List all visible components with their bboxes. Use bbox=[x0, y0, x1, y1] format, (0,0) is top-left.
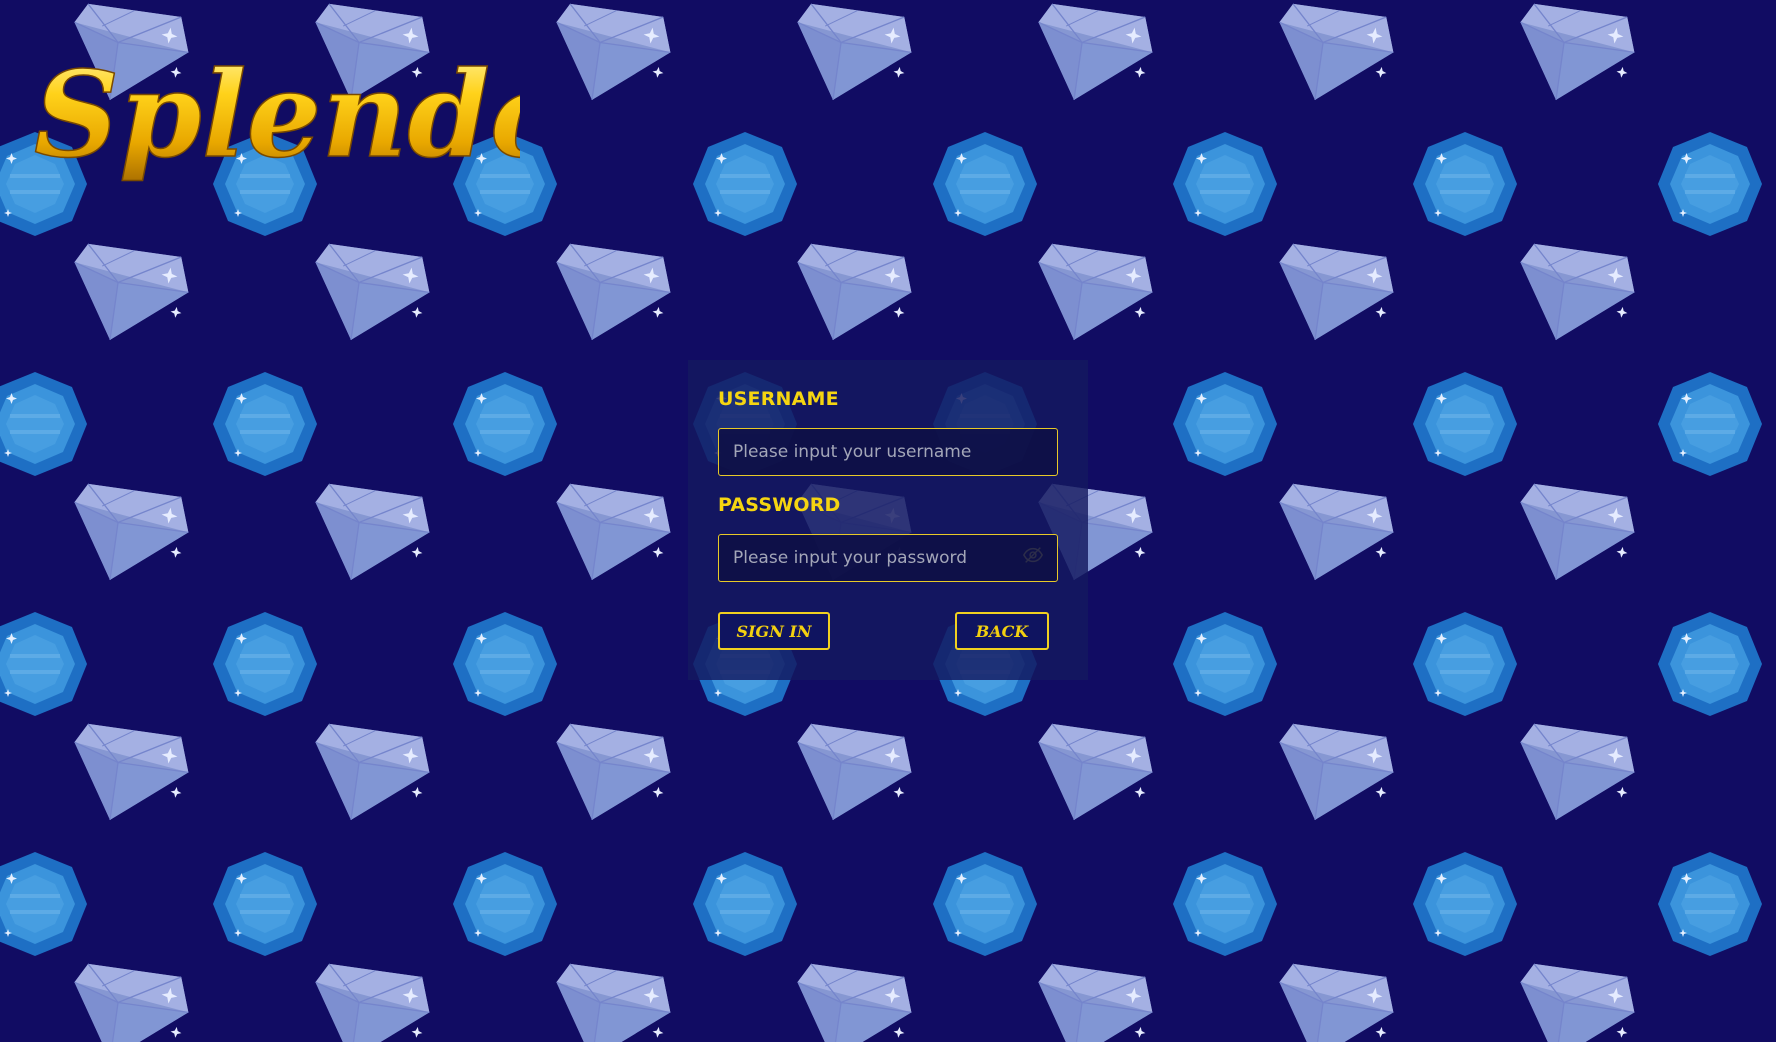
username-input[interactable] bbox=[718, 428, 1058, 476]
diamond-icon bbox=[786, 961, 917, 1042]
splendor-logo: Splendor bbox=[33, 44, 520, 185]
sapphire-icon bbox=[211, 610, 319, 718]
sapphire-icon bbox=[931, 850, 1039, 958]
sapphire-icon bbox=[691, 130, 799, 238]
diamond-icon bbox=[63, 241, 194, 351]
sapphire-icon bbox=[931, 130, 1039, 238]
login-panel: USERNAME PASSWORD SIGN IN BACK bbox=[688, 360, 1088, 680]
sapphire-icon bbox=[1411, 610, 1519, 718]
password-label: PASSWORD bbox=[718, 494, 841, 516]
diamond-icon bbox=[63, 721, 194, 831]
sapphire-icon bbox=[1171, 130, 1279, 238]
diamond-icon bbox=[1027, 961, 1158, 1042]
sapphire-icon bbox=[1656, 610, 1764, 718]
diamond-icon bbox=[1027, 1, 1158, 111]
diamond-icon bbox=[1268, 1, 1399, 111]
diamond-icon bbox=[545, 1, 676, 111]
sapphire-icon bbox=[1171, 850, 1279, 958]
password-input[interactable] bbox=[718, 534, 1058, 582]
sapphire-icon bbox=[691, 850, 799, 958]
sapphire-icon bbox=[1411, 130, 1519, 238]
sapphire-icon bbox=[451, 850, 559, 958]
sapphire-icon bbox=[1171, 370, 1279, 478]
diamond-icon bbox=[304, 481, 435, 591]
diamond-icon bbox=[545, 961, 676, 1042]
back-button[interactable]: BACK bbox=[955, 612, 1049, 650]
diamond-icon bbox=[1509, 961, 1640, 1042]
diamond-icon bbox=[786, 721, 917, 831]
diamond-icon bbox=[304, 961, 435, 1042]
diamond-icon bbox=[1509, 721, 1640, 831]
diamond-icon bbox=[304, 721, 435, 831]
diamond-icon bbox=[1268, 721, 1399, 831]
diamond-icon bbox=[1268, 481, 1399, 591]
sapphire-icon bbox=[1656, 130, 1764, 238]
diamond-icon bbox=[63, 481, 194, 591]
diamond-icon bbox=[1509, 1, 1640, 111]
sapphire-icon bbox=[0, 610, 89, 718]
username-label: USERNAME bbox=[718, 388, 839, 410]
diamond-icon bbox=[786, 1, 917, 111]
diamond-icon bbox=[1027, 241, 1158, 351]
diamond-icon bbox=[63, 961, 194, 1042]
diamond-icon bbox=[1509, 241, 1640, 351]
diamond-icon bbox=[545, 481, 676, 591]
sapphire-icon bbox=[1411, 370, 1519, 478]
sapphire-icon bbox=[451, 370, 559, 478]
sapphire-icon bbox=[211, 370, 319, 478]
diamond-icon bbox=[1268, 241, 1399, 351]
sapphire-icon bbox=[1411, 850, 1519, 958]
sapphire-icon bbox=[1656, 850, 1764, 958]
sapphire-icon bbox=[1171, 610, 1279, 718]
svg-text:Splendor: Splendor bbox=[34, 45, 520, 184]
eye-slash-icon[interactable] bbox=[1022, 544, 1044, 566]
sapphire-icon bbox=[0, 850, 89, 958]
login-screen: Splendor USERNAME PASSWORD SIGN IN BACK bbox=[0, 0, 1776, 1042]
sapphire-icon bbox=[1656, 370, 1764, 478]
sapphire-icon bbox=[451, 610, 559, 718]
diamond-icon bbox=[304, 241, 435, 351]
sapphire-icon bbox=[0, 370, 89, 478]
diamond-icon bbox=[545, 721, 676, 831]
diamond-icon bbox=[1027, 721, 1158, 831]
sign-in-button[interactable]: SIGN IN bbox=[718, 612, 830, 650]
diamond-icon bbox=[1509, 481, 1640, 591]
diamond-icon bbox=[786, 241, 917, 351]
diamond-icon bbox=[1268, 961, 1399, 1042]
diamond-icon bbox=[545, 241, 676, 351]
sapphire-icon bbox=[211, 850, 319, 958]
